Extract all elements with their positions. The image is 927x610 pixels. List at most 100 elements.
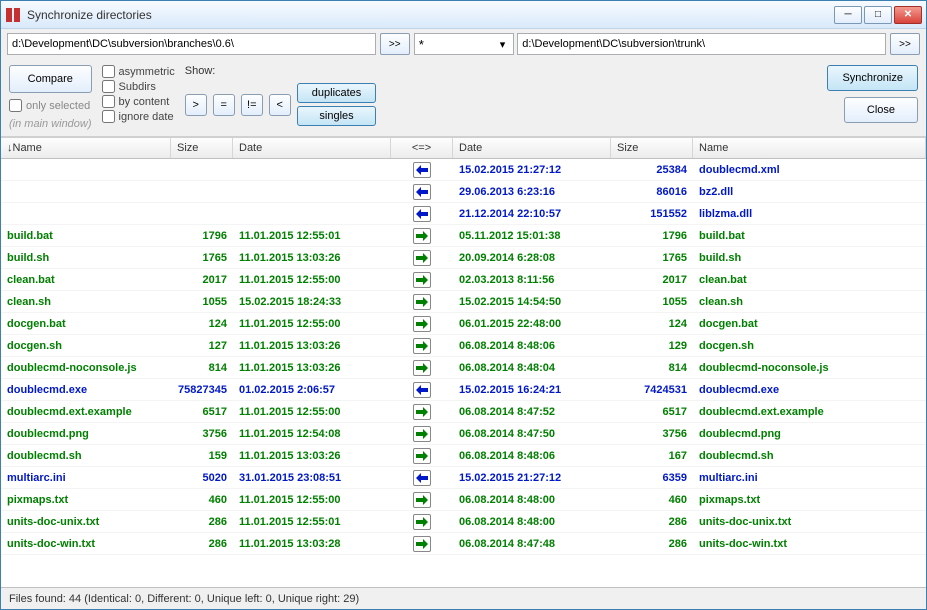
cell-date-left: 11.01.2015 12:55:00 [233,494,391,506]
cell-name-right: doublecmd.exe [693,384,926,396]
cell-direction[interactable] [391,294,453,310]
right-path-go-button[interactable]: >> [890,33,920,55]
minimize-button[interactable]: ─ [834,6,862,24]
cell-size-right: 1055 [611,296,693,308]
table-row[interactable]: 15.02.2015 21:27:1225384doublecmd.xml [1,159,926,181]
table-row[interactable]: doublecmd.sh15911.01.2015 13:03:2606.08.… [1,445,926,467]
cell-size-left: 1796 [171,230,233,242]
table-row[interactable]: clean.bat201711.01.2015 12:55:0002.03.20… [1,269,926,291]
cell-direction[interactable] [391,492,453,508]
synchronize-button[interactable]: Synchronize [827,65,918,91]
subdirs-checkbox[interactable] [102,80,115,93]
singles-button[interactable]: singles [297,106,377,126]
cell-date-right: 02.03.2013 8:11:56 [453,274,611,286]
cell-size-right: 7424531 [611,384,693,396]
header-name-left[interactable]: ↓Name [1,138,171,158]
table-row[interactable]: doublecmd.png375611.01.2015 12:54:0806.0… [1,423,926,445]
cell-direction[interactable] [391,360,453,376]
arrow-left-icon [413,162,431,178]
file-list[interactable]: 15.02.2015 21:27:1225384doublecmd.xml29.… [1,159,926,587]
table-row[interactable]: 21.12.2014 22:10:57151552liblzma.dll [1,203,926,225]
cell-size-right: 129 [611,340,693,352]
compare-button[interactable]: Compare [9,65,92,93]
table-row[interactable]: doublecmd.exe7582734501.02.2015 2:06:571… [1,379,926,401]
cell-direction[interactable] [391,514,453,530]
close-button[interactable]: Close [844,97,918,123]
header-name-right[interactable]: Name [693,138,926,158]
only-selected-checkbox[interactable] [9,99,22,112]
cell-direction[interactable] [391,404,453,420]
table-row[interactable]: doublecmd-noconsole.js81411.01.2015 13:0… [1,357,926,379]
file-mask-input[interactable] [414,33,514,55]
cell-direction[interactable] [391,272,453,288]
cell-date-left: 11.01.2015 12:54:08 [233,428,391,440]
window-buttons: ─ □ ✕ [834,6,922,24]
cell-size-left: 127 [171,340,233,352]
cell-size-right: 1765 [611,252,693,264]
cell-size-left: 5020 [171,472,233,484]
options-row: Compare only selected (in main window) a… [1,59,926,137]
by-content-checkbox[interactable] [102,95,115,108]
cell-direction[interactable] [391,338,453,354]
cell-direction[interactable] [391,316,453,332]
cell-name-left: doublecmd-noconsole.js [1,362,171,374]
cell-name-right: docgen.bat [693,318,926,330]
show-eq-button[interactable]: = [213,94,235,116]
left-path-input[interactable] [7,33,376,55]
cell-direction[interactable] [391,426,453,442]
right-path-input[interactable] [517,33,886,55]
cell-size-right: 286 [611,538,693,550]
cell-direction[interactable] [391,206,453,222]
cell-name-right: clean.bat [693,274,926,286]
cell-direction[interactable] [391,382,453,398]
header-date-left[interactable]: Date [233,138,391,158]
cell-size-right: 2017 [611,274,693,286]
table-row[interactable]: docgen.bat12411.01.2015 12:55:0006.01.20… [1,313,926,335]
cell-name-right: liblzma.dll [693,208,926,220]
cell-date-right: 15.02.2015 16:24:21 [453,384,611,396]
cell-size-left: 2017 [171,274,233,286]
header-size-right[interactable]: Size [611,138,693,158]
cell-direction[interactable] [391,228,453,244]
cell-name-left: clean.bat [1,274,171,286]
cell-name-right: build.bat [693,230,926,242]
table-row[interactable]: clean.sh105515.02.2015 18:24:3315.02.201… [1,291,926,313]
cell-direction[interactable] [391,250,453,266]
ignore-date-checkbox[interactable] [102,110,115,123]
header-date-right[interactable]: Date [453,138,611,158]
show-neq-button[interactable]: != [241,94,263,116]
cell-name-right: doublecmd-noconsole.js [693,362,926,374]
cell-direction[interactable] [391,162,453,178]
table-row[interactable]: multiarc.ini502031.01.2015 23:08:5115.02… [1,467,926,489]
maximize-button[interactable]: □ [864,6,892,24]
duplicates-button[interactable]: duplicates [297,83,377,103]
cell-direction[interactable] [391,448,453,464]
header-direction[interactable]: <=> [391,138,453,158]
table-row[interactable]: units-doc-unix.txt28611.01.2015 12:55:01… [1,511,926,533]
table-row[interactable]: docgen.sh12711.01.2015 13:03:2606.08.201… [1,335,926,357]
left-path-go-button[interactable]: >> [380,33,410,55]
cell-direction[interactable] [391,184,453,200]
cell-date-left: 11.01.2015 13:03:26 [233,450,391,462]
cell-direction[interactable] [391,536,453,552]
table-row[interactable]: doublecmd.ext.example651711.01.2015 12:5… [1,401,926,423]
table-row[interactable]: units-doc-win.txt28611.01.2015 13:03:280… [1,533,926,555]
cell-name-right: doublecmd.ext.example [693,406,926,418]
cell-direction[interactable] [391,470,453,486]
header-size-left[interactable]: Size [171,138,233,158]
table-row[interactable]: 29.06.2013 6:23:1686016bz2.dll [1,181,926,203]
table-row[interactable]: pixmaps.txt46011.01.2015 12:55:0006.08.2… [1,489,926,511]
close-window-button[interactable]: ✕ [894,6,922,24]
table-row[interactable]: build.sh176511.01.2015 13:03:2620.09.201… [1,247,926,269]
asymmetric-checkbox[interactable] [102,65,115,78]
arrow-right-icon [413,360,431,376]
table-row[interactable]: build.bat179611.01.2015 12:55:0105.11.20… [1,225,926,247]
show-gt-button[interactable]: > [185,94,207,116]
app-icon [5,7,21,23]
arrow-right-icon [413,404,431,420]
cell-name-left: units-doc-unix.txt [1,516,171,528]
show-lt-button[interactable]: < [269,94,291,116]
cell-name-right: multiarc.ini [693,472,926,484]
cell-size-right: 286 [611,516,693,528]
show-group: Show: > = != < duplicates singles [185,65,377,126]
